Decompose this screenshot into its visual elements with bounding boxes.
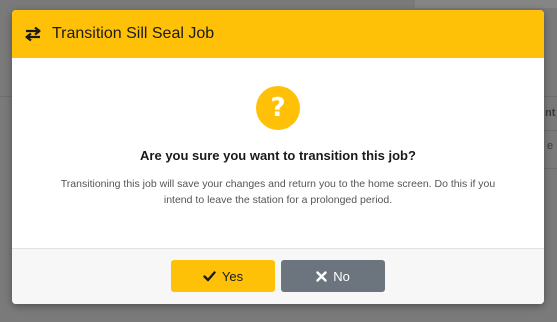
background-panel (415, 0, 557, 8)
no-button[interactable]: No (281, 260, 385, 292)
dialog-header: Transition Sill Seal Job (12, 10, 544, 58)
dialog-title: Transition Sill Seal Job (52, 25, 215, 42)
no-button-label: No (333, 268, 350, 284)
dialog-footer: Yes No (12, 248, 544, 304)
transition-dialog: Transition Sill Seal Job ? Are you sure … (12, 10, 544, 304)
background-text: nt (545, 107, 556, 119)
yes-button[interactable]: Yes (171, 260, 275, 292)
close-icon (316, 270, 327, 282)
background-text: e (547, 140, 554, 152)
background-divider (544, 168, 557, 169)
exchange-icon (24, 24, 44, 44)
dialog-description: Transitioning this job will save your ch… (60, 178, 496, 206)
background-divider (544, 130, 557, 131)
dialog-question: Are you sure you want to transition this… (140, 148, 416, 163)
question-icon: ? (256, 86, 300, 130)
yes-button-label: Yes (221, 268, 244, 284)
dialog-body: ? Are you sure you want to transition th… (12, 58, 544, 248)
check-icon (203, 270, 216, 282)
